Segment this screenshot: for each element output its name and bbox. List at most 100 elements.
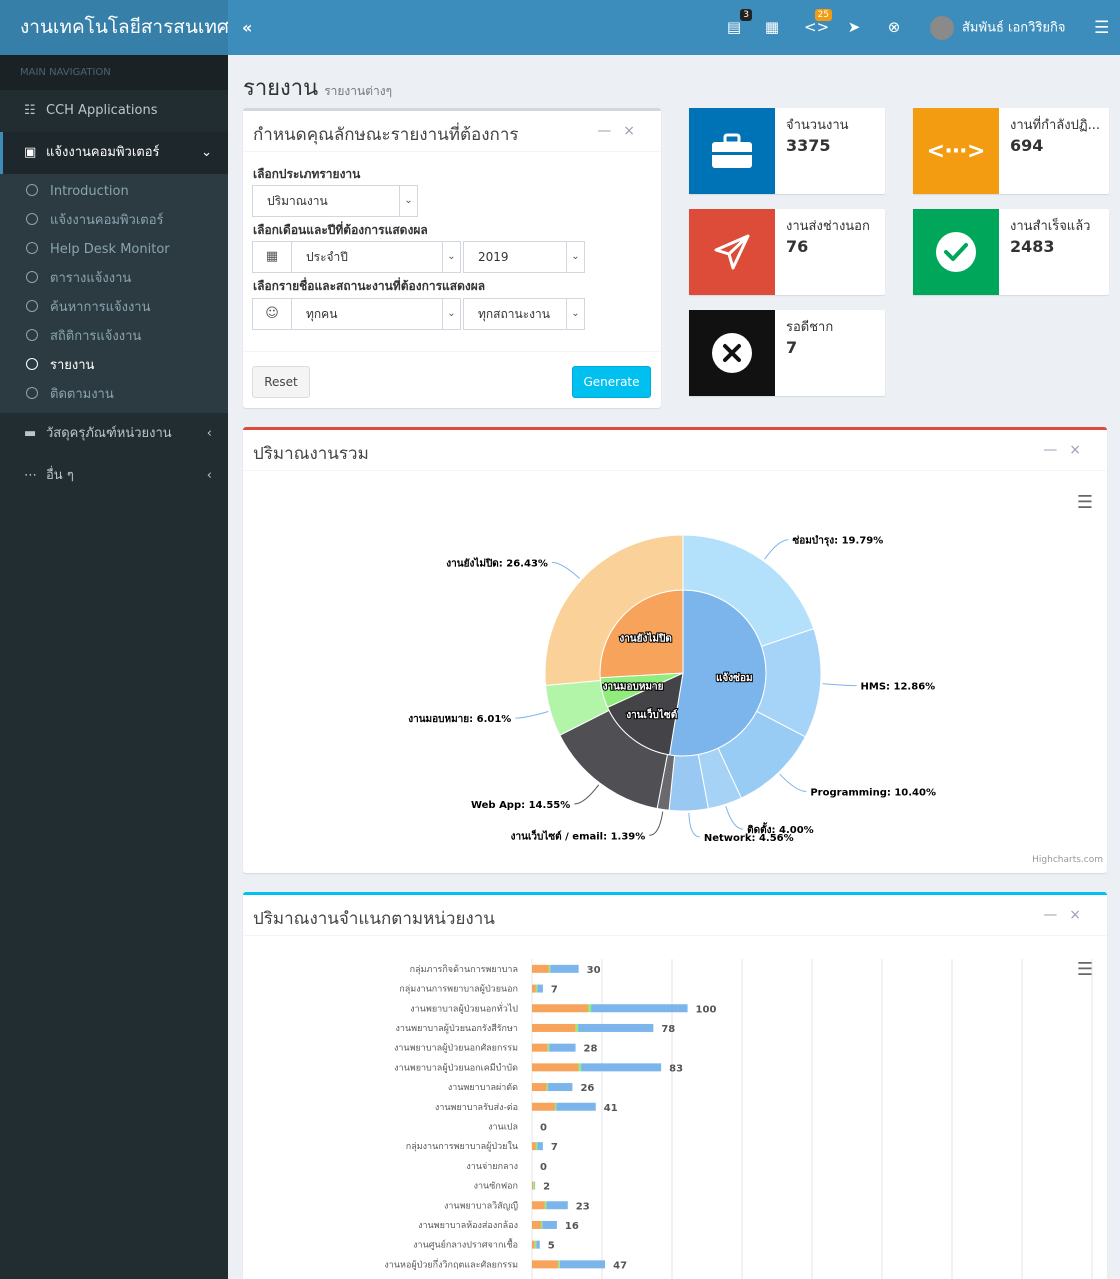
bar-value-label: 7 [551, 1142, 558, 1153]
collapse-icon[interactable]: — [597, 123, 623, 139]
sidebar-toggle-button[interactable]: « [242, 0, 252, 55]
bar-segment [547, 1043, 550, 1052]
bar-segment [532, 1142, 536, 1151]
bar-segment [532, 1201, 545, 1210]
pie-connector [551, 561, 580, 579]
box-title: กำหนดคุณลักษณะรายงานที่ต้องการ [253, 125, 519, 145]
app-logo[interactable]: งานเทคโนโลยีสารสนเทศ [0, 0, 228, 55]
bar-value-label: 16 [565, 1221, 579, 1232]
bar-segment [536, 1240, 540, 1249]
circle-icon [26, 387, 38, 399]
bar-segment [532, 1260, 559, 1269]
bar-value-label: 2 [543, 1182, 550, 1193]
circle-icon [26, 242, 38, 254]
sidebar-sub-request[interactable]: แจ้งงานคอมพิวเตอร์ [0, 206, 228, 235]
circle-icon [26, 300, 38, 312]
bar-segment [532, 1181, 534, 1190]
bar-segment [532, 984, 536, 993]
close-circle-icon[interactable]: ⊗ [884, 17, 904, 37]
pie-inner-label: งานยังไม่ปิด [619, 632, 672, 645]
info-box-value: 694 [1010, 136, 1044, 155]
sidebar-sub-helpdesk-monitor[interactable]: Help Desk Monitor [0, 235, 228, 264]
sidebar-item-computer-request[interactable]: ▣ แจ้งงานคอมพิวเตอร์ ⌄ [0, 132, 228, 174]
inbox-icon[interactable]: ▤ 3 [724, 9, 752, 37]
sidebar-item-others[interactable]: ⋯ อื่น ๆ ‹ [0, 455, 228, 497]
bar-category-label: งานหอผู้ป่วยกึ่งวิกฤตและศัลยกรรม [384, 1257, 518, 1270]
close-icon[interactable]: × [623, 123, 647, 139]
chevron-down-icon: ⌄ [399, 186, 417, 216]
bar-segment [532, 1240, 535, 1249]
times-circle-icon [689, 310, 775, 396]
bar-category-label: งานพยาบาลผ่าตัด [448, 1083, 518, 1093]
bar-category-label: งานซักฟอก [474, 1182, 518, 1192]
sidebar-sub-report[interactable]: รายงาน [0, 351, 228, 380]
clipboard-icon[interactable]: ▦ [762, 17, 782, 37]
bar-segment [532, 1004, 588, 1013]
pie-outer-label: ซ่อมบำรุง: 19.79% [793, 535, 884, 547]
chevron-left-icon: ‹ [206, 468, 212, 483]
pie-inner-label: งานมอบหมาย [603, 681, 664, 692]
pie-inner-label: งานเว็บไซต์ [626, 707, 677, 721]
chevron-left-icon: ‹ [206, 426, 212, 441]
person-select[interactable]: ทุกคน ⌄ [291, 298, 461, 330]
bar-segment [588, 1004, 592, 1013]
pie-connector [725, 806, 744, 830]
circle-icon [26, 184, 38, 196]
pie-connector [574, 784, 600, 805]
generate-button[interactable]: Generate [572, 366, 651, 398]
user-menu[interactable]: สัมพันธ์ เอกวิริยกิจ [930, 16, 1066, 41]
info-box-completed: งานสำเร็จแล้ว 2483 [913, 209, 1109, 295]
pie-connector [779, 773, 807, 793]
bar-segment [546, 1201, 568, 1210]
bar-value-label: 30 [587, 965, 601, 976]
sidebar-item-equipment[interactable]: ▬ วัสดุครุภัณฑ์หน่วยงาน ‹ [0, 413, 228, 455]
info-box-label: รอดีชาก [786, 320, 834, 335]
user-name: สัมพันธ์ เอกวิริยกิจ [962, 20, 1066, 36]
user-icon: ☺ [252, 298, 292, 330]
bar-category-label: งานพยาบาลผู้ป่วยนอกเคมีบำบัด [394, 1062, 518, 1073]
pie-outer-label: งานมอบหมาย: 6.01% [408, 714, 511, 725]
bar-segment [532, 1023, 576, 1032]
circle-icon [26, 271, 38, 283]
bar-segment [540, 1220, 543, 1229]
bar-category-label: งานพยาบาลวิสัญญี [444, 1200, 518, 1211]
sidebar-item-cch-applications[interactable]: ☷ CCH Applications [0, 90, 228, 132]
pie-connector [688, 812, 700, 838]
pie-chart: แจ้งซ่อมงานเว็บไซต์ งานมอบหมาย งานยังไม่ปิ… [408, 534, 936, 844]
control-sidebar-menu-icon[interactable]: ☰ [1094, 18, 1109, 38]
highcharts-credit[interactable]: Highcharts.com [1032, 855, 1103, 865]
circle-icon [26, 329, 38, 341]
bar-segment [548, 1083, 573, 1092]
reset-button[interactable]: Reset [252, 366, 310, 398]
info-box-total-jobs: จำนวนงาน 3375 [689, 108, 885, 194]
sidebar: MAIN NAVIGATION ☷ CCH Applications ▣ แจ้งง… [0, 55, 228, 1279]
bar-category-label: กลุ่มงานการพยาบาลผู้ป่วยใน [406, 1141, 518, 1152]
code-icon[interactable]: <> 25 [804, 9, 832, 37]
status-select[interactable]: ทุกสถานะงาน ⌄ [463, 298, 585, 330]
bar-value-label: 100 [696, 1004, 717, 1015]
pie-outer-label: HMS: 12.86% [861, 682, 936, 693]
sidebar-sub-search[interactable]: ค้นหาการแจ้งงาน [0, 293, 228, 322]
bar-segment [542, 1220, 557, 1229]
bar-segment [558, 1260, 560, 1269]
report-type-select[interactable]: ปริมาณงาน ⌄ [252, 185, 418, 217]
bar-segment [548, 964, 551, 973]
sidebar-sub-introduction[interactable]: Introduction [0, 177, 228, 206]
month-select[interactable]: ประจำปี ⌄ [291, 241, 461, 273]
check-icon [913, 209, 999, 295]
bar-value-label: 26 [580, 1083, 594, 1094]
year-select[interactable]: 2019 ⌄ [463, 241, 585, 273]
report-type-label: เลือกประเภทรายงาน [253, 167, 361, 181]
ellipsis-icon: ⋯ [24, 468, 37, 483]
bar-category-label: งานเปล [488, 1122, 518, 1132]
bar-segment [546, 1083, 549, 1092]
sidebar-sub-statistics[interactable]: สถิติการแจ้งงาน [0, 322, 228, 351]
paper-plane-icon[interactable]: ➤ [844, 17, 864, 37]
sidebar-sub-tracking[interactable]: ติดตามงาน [0, 380, 228, 409]
bar-segment [532, 1063, 579, 1072]
bar-segment [534, 1240, 537, 1249]
bar-segment [532, 1102, 555, 1111]
sidebar-sub-schedule[interactable]: ตารางแจ้งงาน [0, 264, 228, 293]
code-icon: <⋯> [913, 108, 999, 194]
info-box-label: งานสำเร็จแล้ว [1010, 219, 1091, 234]
